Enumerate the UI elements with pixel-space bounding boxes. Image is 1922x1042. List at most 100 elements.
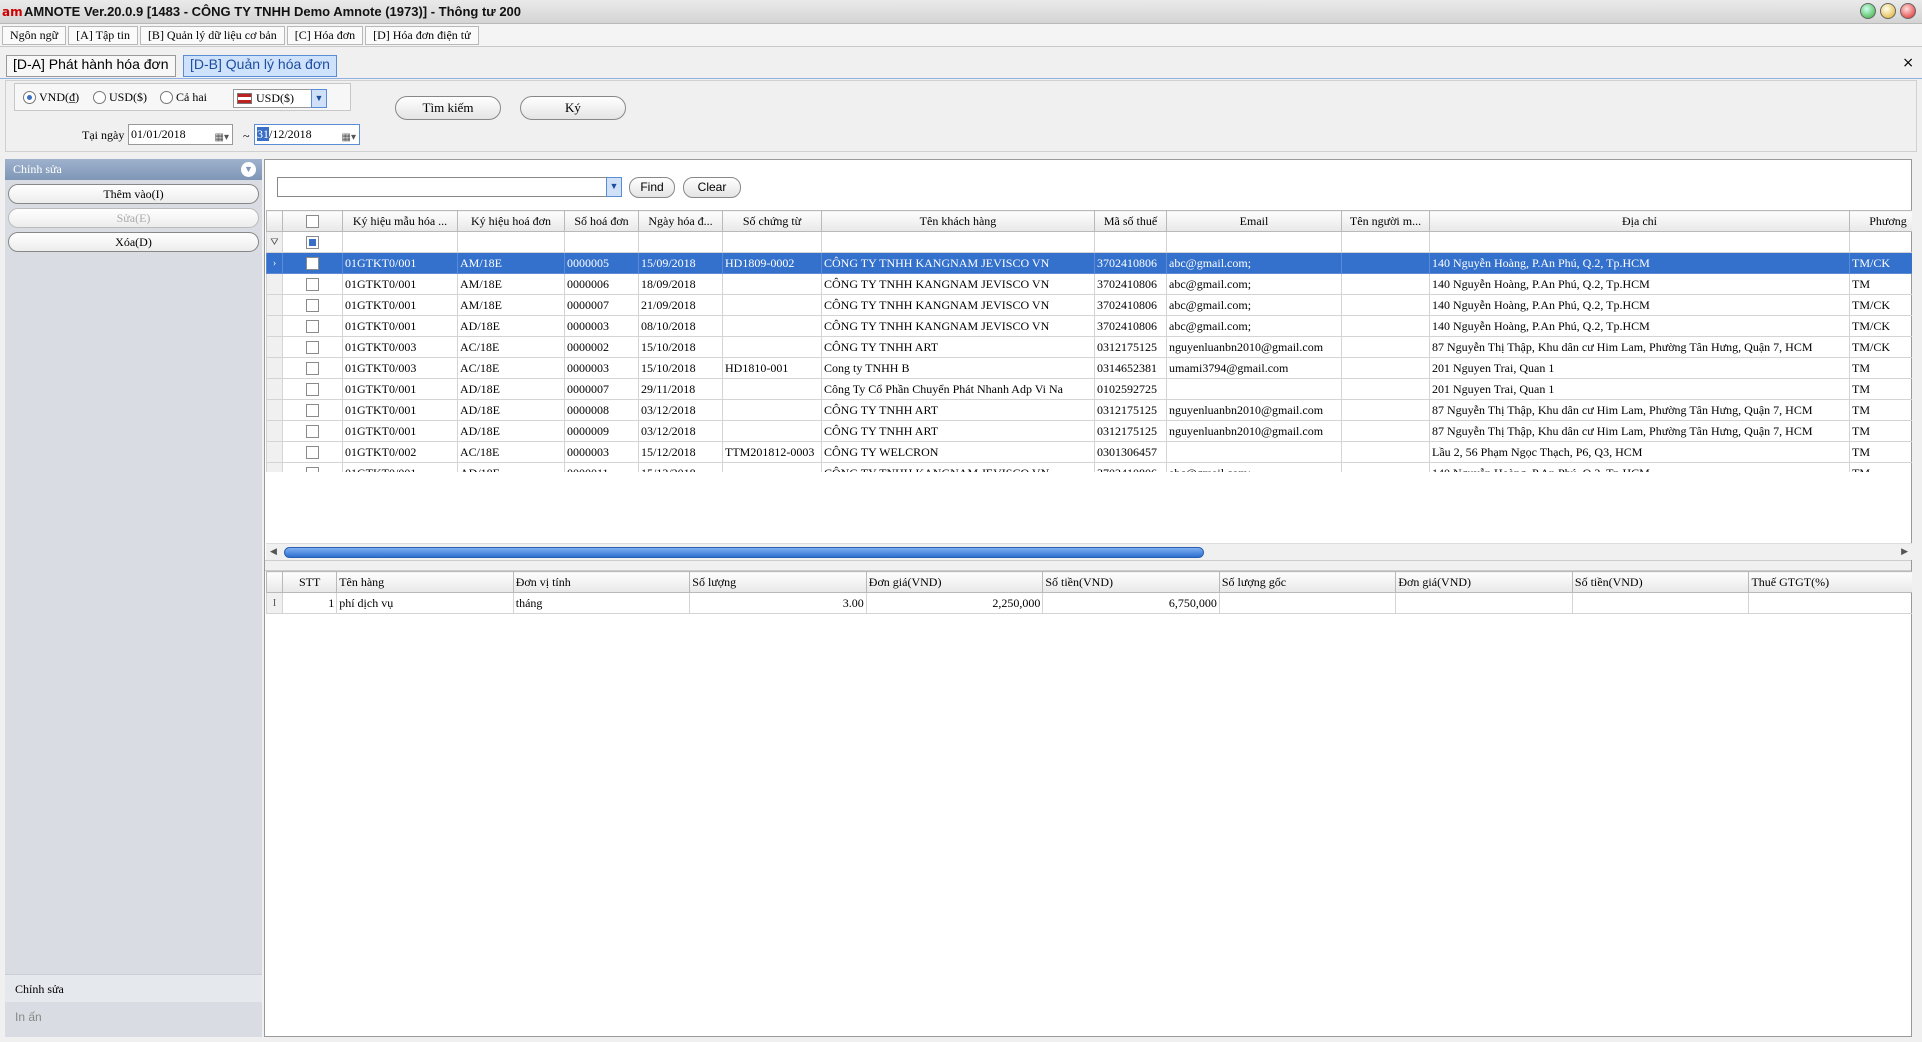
table-cell[interactable]: [1341, 357, 1430, 379]
table-cell[interactable]: 01GTKT0/001: [342, 273, 458, 295]
date-to-field[interactable]: 31/12/2018 ▦▾: [254, 124, 360, 145]
table-cell[interactable]: [1341, 252, 1430, 274]
detail-cell[interactable]: 1: [282, 592, 338, 614]
table-cell[interactable]: CÔNG TY TNHH KANGNAM JEVISCO VN: [821, 294, 1095, 316]
filter-cell[interactable]: [638, 231, 723, 253]
filter-cell[interactable]: [1094, 231, 1167, 253]
detail-cell[interactable]: 2,250,000: [865, 592, 1044, 614]
table-cell[interactable]: abc@gmail.com;: [1166, 462, 1342, 472]
table-cell[interactable]: nguyenluanbn2010@gmail.com: [1166, 420, 1342, 442]
table-cell[interactable]: AD/18E: [457, 399, 565, 421]
scrollbar-thumb[interactable]: [284, 547, 1204, 558]
filter-checkbox[interactable]: [306, 236, 319, 250]
col-tax-code[interactable]: Mã số thuế: [1094, 210, 1167, 232]
delete-button[interactable]: Xóa(D): [8, 232, 259, 252]
select-all-checkbox[interactable]: [306, 215, 319, 229]
find-button[interactable]: Find: [629, 177, 675, 198]
table-row[interactable]: 01GTKT0/002 AC/18E 0000003 15/12/2018 TTM201…: [266, 441, 1912, 463]
scroll-left-icon[interactable]: ◀: [270, 546, 277, 557]
table-cell[interactable]: [1341, 420, 1430, 442]
detail-cell[interactable]: [1395, 592, 1573, 614]
table-cell[interactable]: TM: [1849, 399, 1912, 421]
table-cell[interactable]: 21/09/2018: [638, 294, 723, 316]
col-voucher-no[interactable]: Số chứng từ: [722, 210, 822, 232]
sidebar-section-print[interactable]: In ấn: [5, 1002, 262, 1032]
col-invoice-symbol[interactable]: Ký hiệu hoá đơn: [457, 210, 565, 232]
detail-cell[interactable]: tháng: [512, 592, 691, 614]
radio-both[interactable]: Cả hai: [160, 90, 207, 105]
row-checkbox-cell[interactable]: [282, 252, 343, 274]
table-cell[interactable]: CÔNG TY TNHH KANGNAM JEVISCO VN: [821, 273, 1095, 295]
table-cell[interactable]: AD/18E: [457, 420, 565, 442]
table-cell[interactable]: 0312175125: [1094, 336, 1167, 358]
table-cell[interactable]: 87 Nguyễn Thị Thập, Khu dân cư Him Lam, …: [1429, 420, 1850, 442]
dcol-orig-unit-price[interactable]: Đơn giá(VND): [1395, 571, 1573, 593]
table-cell[interactable]: TM: [1849, 357, 1912, 379]
table-cell[interactable]: [1341, 273, 1430, 295]
table-cell[interactable]: AD/18E: [457, 462, 565, 472]
filter-cell[interactable]: [342, 231, 458, 253]
table-cell[interactable]: 140 Nguyễn Hoàng, P.An Phú, Q.2, Tp.HCM: [1429, 294, 1850, 316]
table-row[interactable]: 01GTKT0/001 AD/18E 0000008 03/12/2018 CÔNG T…: [266, 399, 1912, 421]
table-cell[interactable]: 15/10/2018: [638, 357, 723, 379]
table-cell[interactable]: [1341, 294, 1430, 316]
table-cell[interactable]: 03/12/2018: [638, 399, 723, 421]
table-cell[interactable]: [1166, 378, 1342, 400]
table-cell[interactable]: CÔNG TY TNHH KANGNAM JEVISCO VN: [821, 315, 1095, 337]
chevron-down-icon[interactable]: ▼: [311, 89, 327, 108]
table-cell[interactable]: 3702410806: [1094, 252, 1167, 274]
table-cell[interactable]: 0000003: [564, 357, 639, 379]
dcol-vat[interactable]: Thuế GTGT(%): [1748, 571, 1912, 593]
table-cell[interactable]: [722, 378, 822, 400]
table-cell[interactable]: Công Ty Cổ Phần Chuyển Phát Nhanh Adp Vi…: [821, 378, 1095, 400]
table-cell[interactable]: 87 Nguyễn Thị Thập, Khu dân cư Him Lam, …: [1429, 399, 1850, 421]
table-cell[interactable]: [722, 294, 822, 316]
table-cell[interactable]: Lầu 2, 56 Phạm Ngọc Thạch, P6, Q3, HCM: [1429, 441, 1850, 463]
table-cell[interactable]: 0312175125: [1094, 399, 1167, 421]
table-row[interactable]: 01GTKT0/001 AD/18E 0000003 08/10/2018 CÔNG T…: [266, 315, 1912, 337]
sidebar-header[interactable]: Chỉnh sửa ▼: [5, 159, 262, 180]
col-email[interactable]: Email: [1166, 210, 1342, 232]
table-cell[interactable]: AD/18E: [457, 315, 565, 337]
row-checkbox-cell[interactable]: [282, 462, 343, 472]
table-cell[interactable]: TM: [1849, 441, 1912, 463]
table-cell[interactable]: [722, 399, 822, 421]
table-cell[interactable]: abc@gmail.com;: [1166, 294, 1342, 316]
tab-issue-invoice[interactable]: [D-A] Phát hành hóa đơn: [6, 55, 176, 77]
table-row[interactable]: 01GTKT0/001 AD/18E 0000009 03/12/2018 CÔNG T…: [266, 420, 1912, 442]
table-cell[interactable]: 01GTKT0/001: [342, 315, 458, 337]
menu-invoice[interactable]: [C] Hóa đơn: [286, 25, 364, 45]
table-cell[interactable]: nguyenluanbn2010@gmail.com: [1166, 336, 1342, 358]
table-cell[interactable]: 15/12/2018: [638, 462, 723, 472]
table-row[interactable]: 01GTKT0/001 AD/18E 0000007 29/11/2018 Công T…: [266, 378, 1912, 400]
table-cell[interactable]: 0000002: [564, 336, 639, 358]
table-cell[interactable]: AC/18E: [457, 336, 565, 358]
sign-button[interactable]: Ký: [520, 96, 626, 120]
detail-cell[interactable]: [1218, 592, 1397, 614]
table-cell[interactable]: TTM201812-0003: [722, 441, 822, 463]
row-checkbox[interactable]: [306, 467, 319, 472]
row-checkbox[interactable]: [306, 404, 319, 418]
sidebar-section-edit[interactable]: Chỉnh sửa: [5, 974, 262, 1002]
menu-file[interactable]: [A] Tập tin: [68, 25, 138, 45]
filter-cell[interactable]: [821, 231, 1095, 253]
row-checkbox[interactable]: [306, 299, 319, 313]
detail-cell[interactable]: 3.00: [689, 592, 867, 614]
radio-vnd[interactable]: VND(₫): [23, 90, 79, 105]
table-cell[interactable]: [1341, 336, 1430, 358]
table-row[interactable]: 01GTKT0/001 AM/18E 0000006 18/09/2018 CÔNG T…: [266, 273, 1912, 295]
maximize-icon[interactable]: [1880, 3, 1896, 19]
dcol-item-name[interactable]: Tên hàng: [336, 571, 514, 593]
filter-cell[interactable]: [1341, 231, 1430, 253]
table-cell[interactable]: [722, 336, 822, 358]
search-button[interactable]: Tìm kiếm: [395, 96, 501, 120]
table-cell[interactable]: 140 Nguyễn Hoàng, P.An Phú, Q.2, Tp.HCM: [1429, 273, 1850, 295]
table-cell[interactable]: abc@gmail.com;: [1166, 252, 1342, 274]
filter-cell[interactable]: [1429, 231, 1850, 253]
table-cell[interactable]: abc@gmail.com;: [1166, 315, 1342, 337]
row-checkbox[interactable]: [306, 278, 319, 292]
row-checkbox[interactable]: [306, 320, 319, 334]
table-cell[interactable]: 01GTKT0/001: [342, 378, 458, 400]
table-cell[interactable]: 08/10/2018: [638, 315, 723, 337]
table-row[interactable]: 01GTKT0/001AD/18E000001115/12/2018 CÔNG T…: [266, 462, 1912, 472]
